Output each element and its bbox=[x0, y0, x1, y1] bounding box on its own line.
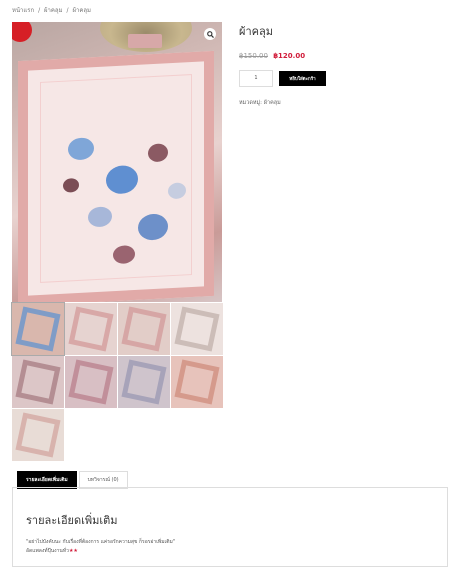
description-note-text: อัดแพลงท์ปุ๊นงานทั่ว bbox=[26, 548, 69, 554]
thumbnail[interactable] bbox=[11, 302, 65, 356]
thumbnail-strip bbox=[11, 302, 223, 461]
description-note: อัดแพลงท์ปุ๊นงานทั่ว★★ bbox=[26, 547, 78, 555]
description-text: "อย่าไปบังคับนะ กับเรื่องที่ต้องการ แค่ร… bbox=[26, 539, 176, 545]
category-link[interactable]: ผ้าคลุม bbox=[264, 100, 281, 106]
breadcrumb-category[interactable]: ผ้าคลุม bbox=[44, 7, 63, 14]
hat-band-detail bbox=[128, 34, 162, 48]
add-to-cart-button[interactable]: หยิบใส่ตะกร้า bbox=[279, 71, 326, 86]
tab-panel: รายละเอียดเพิ่มเติม "อย่าไปบังคับนะ กับเ… bbox=[12, 487, 448, 567]
thumbnail[interactable] bbox=[12, 356, 64, 408]
thumbnail[interactable] bbox=[65, 356, 117, 408]
search-icon bbox=[206, 30, 214, 38]
product-gallery bbox=[11, 22, 223, 461]
product-summary: ผ้าคลุม ฿150.00 ฿120.00 1 หยิบใส่ตะกร้า … bbox=[239, 22, 449, 107]
zoom-button[interactable] bbox=[204, 28, 216, 40]
thumbnail[interactable] bbox=[118, 356, 170, 408]
breadcrumb-sep: / bbox=[66, 7, 69, 14]
quantity-input[interactable]: 1 bbox=[239, 70, 273, 87]
scarf-image-detail bbox=[18, 50, 214, 302]
add-to-cart-form: 1 หยิบใส่ตะกร้า bbox=[239, 70, 449, 87]
sale-price: ฿120.00 bbox=[273, 52, 306, 60]
thumbnail[interactable] bbox=[65, 303, 117, 355]
sale-badge bbox=[12, 22, 32, 42]
product-meta: หมวดหมู่: ผ้าคลุม bbox=[239, 99, 449, 107]
stars-icon: ★★ bbox=[68, 548, 78, 554]
product-title: ผ้าคลุม bbox=[239, 25, 273, 38]
breadcrumb-sep: / bbox=[38, 7, 41, 14]
thumbnail[interactable] bbox=[171, 356, 223, 408]
thumbnail[interactable] bbox=[12, 409, 64, 461]
old-price: ฿150.00 bbox=[239, 52, 268, 60]
breadcrumb-current: ผ้าคลุม bbox=[72, 7, 91, 14]
thumbnail[interactable] bbox=[171, 303, 223, 355]
main-product-image[interactable] bbox=[12, 22, 222, 302]
breadcrumb: หน้าแรก / ผ้าคลุม / ผ้าคลุม bbox=[12, 5, 93, 15]
thumbnail[interactable] bbox=[118, 303, 170, 355]
product-price: ฿150.00 ฿120.00 bbox=[239, 52, 449, 60]
breadcrumb-home[interactable]: หน้าแรก bbox=[12, 7, 34, 14]
category-label: หมวดหมู่: bbox=[239, 100, 263, 106]
panel-heading: รายละเอียดเพิ่มเติม bbox=[26, 514, 118, 527]
